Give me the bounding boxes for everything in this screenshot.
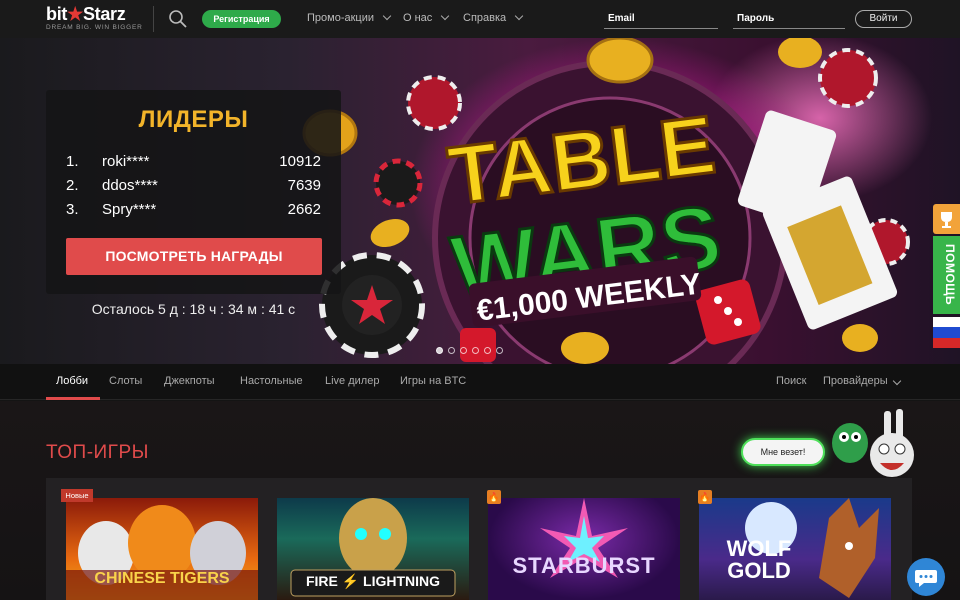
page: bit★Starz DREAM BIG. WIN BIGGER Регистра… bbox=[0, 0, 960, 600]
tab-lobby[interactable]: Лобби bbox=[56, 375, 88, 387]
nav-about[interactable]: О нас bbox=[403, 11, 450, 24]
tab-jackpots[interactable]: Джекпоты bbox=[164, 375, 215, 387]
leaderboard-row: 2. ddos**** 7639 bbox=[66, 177, 321, 197]
leaderboard-row: 1. roki**** 10912 bbox=[66, 153, 321, 173]
feeling-lucky-button[interactable]: Мне везет! bbox=[741, 438, 825, 466]
nav-promotions[interactable]: Промо-акции bbox=[307, 11, 392, 24]
leader-rank: 1. bbox=[66, 153, 79, 170]
providers-dropdown[interactable]: Провайдеры bbox=[823, 375, 901, 387]
bitstarz-logo[interactable]: bit★Starz DREAM BIG. WIN BIGGER bbox=[46, 5, 146, 35]
countdown-timer: Осталось 5 д : 18 ч : 34 м : 41 с bbox=[91, 301, 296, 317]
section-title: ТОП-ИГРЫ bbox=[46, 442, 149, 463]
hero-banner[interactable]: TABLE WARS €1,000 WEEKLY ЛИДЕРЫ 1. roki*… bbox=[0, 38, 960, 364]
games-search-button[interactable]: Поиск bbox=[776, 375, 806, 387]
tab-live-dealer[interactable]: Live дилер bbox=[325, 375, 379, 387]
carousel-dot[interactable] bbox=[496, 347, 503, 354]
leader-score: 2662 bbox=[287, 201, 321, 218]
active-tab-indicator bbox=[46, 397, 100, 400]
game-card[interactable]: CHINESE TIGERS bbox=[66, 498, 258, 600]
leader-name: roki**** bbox=[102, 153, 150, 170]
game-title: CHINESE TIGERS bbox=[94, 570, 230, 587]
nav-help[interactable]: Справка bbox=[463, 11, 524, 24]
game-card[interactable]: STARBURST bbox=[488, 498, 680, 600]
login-button[interactable]: Войти bbox=[855, 10, 912, 28]
search-icon[interactable] bbox=[168, 9, 188, 29]
game-title: WOLF GOLD bbox=[726, 536, 792, 583]
tab-slots[interactable]: Слоты bbox=[109, 375, 142, 387]
starburst-thumbnail bbox=[540, 498, 628, 578]
chat-bubble-icon bbox=[915, 570, 937, 587]
chevron-down-icon bbox=[382, 11, 392, 21]
leader-score: 7639 bbox=[287, 177, 321, 194]
game-card[interactable]: WOLF GOLD bbox=[699, 498, 891, 600]
leaderboard-row: 3. Spry**** 2662 bbox=[66, 201, 321, 221]
trophy-icon[interactable] bbox=[933, 204, 960, 234]
logo-star-icon: ★ bbox=[67, 4, 83, 24]
password-field[interactable]: Пароль bbox=[733, 10, 845, 29]
providers-label: Провайдеры bbox=[823, 375, 888, 387]
header-divider bbox=[153, 6, 154, 32]
help-side-tab: ПОМОЩЬ bbox=[933, 204, 960, 348]
nav-about-label: О нас bbox=[403, 12, 433, 24]
help-label: ПОМОЩЬ bbox=[943, 244, 957, 306]
new-badge: Новые bbox=[61, 489, 93, 502]
hot-flame-icon: 🔥 bbox=[698, 490, 712, 504]
top-games-row: CHINESE TIGERS FIRE ⚡ LIGHTNING STARBURS… bbox=[46, 478, 912, 600]
leader-rank: 2. bbox=[66, 177, 79, 194]
chevron-down-icon bbox=[514, 11, 524, 21]
chevron-down-icon bbox=[892, 376, 901, 386]
nav-help-label: Справка bbox=[463, 12, 507, 24]
register-button[interactable]: Регистрация bbox=[202, 10, 281, 28]
mascot-characters bbox=[832, 409, 914, 477]
game-card[interactable]: FIRE ⚡ LIGHTNING bbox=[277, 498, 469, 600]
hot-flame-icon: 🔥 bbox=[487, 490, 501, 504]
carousel-dot[interactable] bbox=[448, 347, 455, 354]
logo-tagline: DREAM BIG. WIN BIGGER bbox=[46, 24, 143, 31]
game-title: STARBURST bbox=[512, 553, 656, 578]
top-header: bit★Starz DREAM BIG. WIN BIGGER Регистра… bbox=[0, 0, 960, 38]
chevron-down-icon bbox=[441, 11, 450, 21]
nav-promotions-label: Промо-акции bbox=[307, 12, 375, 24]
lobby-tabs: Лобби Слоты Джекпоты Настольные Live дил… bbox=[0, 364, 960, 400]
view-rewards-button[interactable]: ПОСМОТРЕТЬ НАГРАДЫ bbox=[66, 238, 322, 275]
email-field[interactable]: Email bbox=[604, 10, 718, 29]
carousel-dot[interactable] bbox=[436, 347, 443, 354]
carousel-dot[interactable] bbox=[460, 347, 467, 354]
leaderboard-panel: ЛИДЕРЫ 1. roki**** 10912 2. ddos**** 763… bbox=[46, 90, 341, 294]
carousel-dot[interactable] bbox=[472, 347, 479, 354]
language-flag-icon[interactable] bbox=[933, 317, 960, 348]
tab-table-games[interactable]: Настольные bbox=[240, 375, 303, 387]
tab-btc-games[interactable]: Игры на BTC bbox=[400, 375, 466, 387]
top-games-section: ТОП-ИГРЫ Мне везет! CHINESE TIGERS FIRE … bbox=[0, 401, 960, 600]
logo-text-starz: Starz bbox=[82, 4, 126, 24]
leader-name: Spry**** bbox=[102, 201, 157, 218]
leaderboard-title: ЛИДЕРЫ bbox=[138, 106, 249, 133]
carousel-dots bbox=[436, 347, 503, 354]
logo-text-bit: bit bbox=[46, 4, 68, 24]
email-placeholder: Email bbox=[608, 13, 635, 24]
carousel-dot[interactable] bbox=[484, 347, 491, 354]
game-title: FIRE ⚡ LIGHTNING bbox=[305, 573, 441, 589]
leader-score: 10912 bbox=[279, 153, 321, 170]
leader-rank: 3. bbox=[66, 201, 79, 218]
password-placeholder: Пароль bbox=[737, 13, 775, 24]
live-chat-button[interactable] bbox=[907, 558, 945, 596]
leader-name: ddos**** bbox=[102, 177, 158, 194]
